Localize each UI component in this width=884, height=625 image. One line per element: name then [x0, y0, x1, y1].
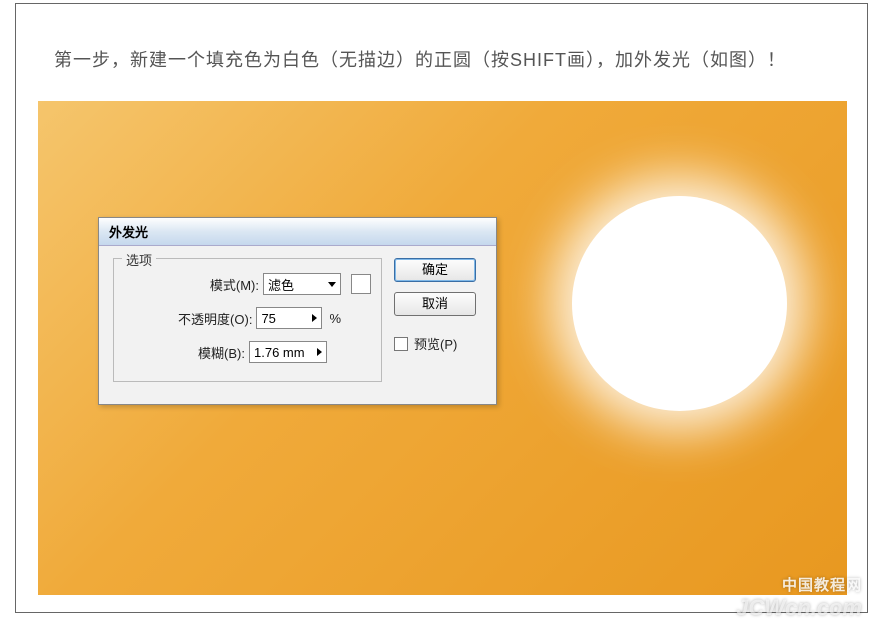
spinner-right-icon: [317, 348, 322, 356]
preview-checkbox[interactable]: [394, 337, 408, 351]
opacity-row: 不透明度(O): 75 %: [124, 307, 371, 329]
ok-button[interactable]: 确定: [394, 258, 476, 282]
tutorial-frame: 第一步，新建一个填充色为白色（无描边）的正圆（按SHIFT画），加外发光（如图）…: [15, 3, 868, 613]
preview-row: 预览(P): [394, 334, 457, 353]
opacity-value: 75: [261, 311, 275, 326]
canvas-area: 外发光 选项 模式(M): 滤色 不透明度(O):: [38, 101, 847, 595]
blur-value: 1.76 mm: [254, 345, 305, 360]
spinner-right-icon: [312, 314, 317, 322]
blur-label: 模糊(B):: [198, 343, 245, 362]
options-fieldset: 选项 模式(M): 滤色 不透明度(O): 75: [113, 258, 382, 382]
opacity-input[interactable]: 75: [256, 307, 322, 329]
watermark-bottom-url: JCWcn.com: [736, 595, 862, 621]
blur-row: 模糊(B): 1.76 mm: [124, 341, 371, 363]
mode-dropdown[interactable]: 滤色: [263, 273, 341, 295]
opacity-unit: %: [329, 311, 341, 326]
mode-value: 滤色: [268, 275, 294, 294]
watermark-bottom-right: 中国教程网 JCWcn.com: [736, 574, 862, 621]
dialog-title[interactable]: 外发光: [99, 218, 496, 246]
blur-input[interactable]: 1.76 mm: [249, 341, 327, 363]
dialog-body: 选项 模式(M): 滤色 不透明度(O): 75: [99, 246, 496, 404]
outer-glow-dialog: 外发光 选项 模式(M): 滤色 不透明度(O):: [98, 217, 497, 405]
dialog-buttons: 确定 取消 预览(P): [394, 258, 482, 382]
white-circle-glow: [572, 196, 787, 411]
opacity-label: 不透明度(O):: [178, 309, 252, 328]
chevron-down-icon: [328, 282, 336, 287]
color-swatch[interactable]: [351, 274, 371, 294]
instruction-text: 第一步，新建一个填充色为白色（无描边）的正圆（按SHIFT画），加外发光（如图）…: [54, 46, 786, 72]
preview-label: 预览(P): [414, 334, 457, 353]
mode-row: 模式(M): 滤色: [124, 273, 371, 295]
watermark-bottom-cn: 中国教程网: [736, 574, 862, 595]
cancel-button[interactable]: 取消: [394, 292, 476, 316]
mode-label: 模式(M):: [210, 275, 259, 294]
fieldset-legend: 选项: [122, 250, 156, 269]
